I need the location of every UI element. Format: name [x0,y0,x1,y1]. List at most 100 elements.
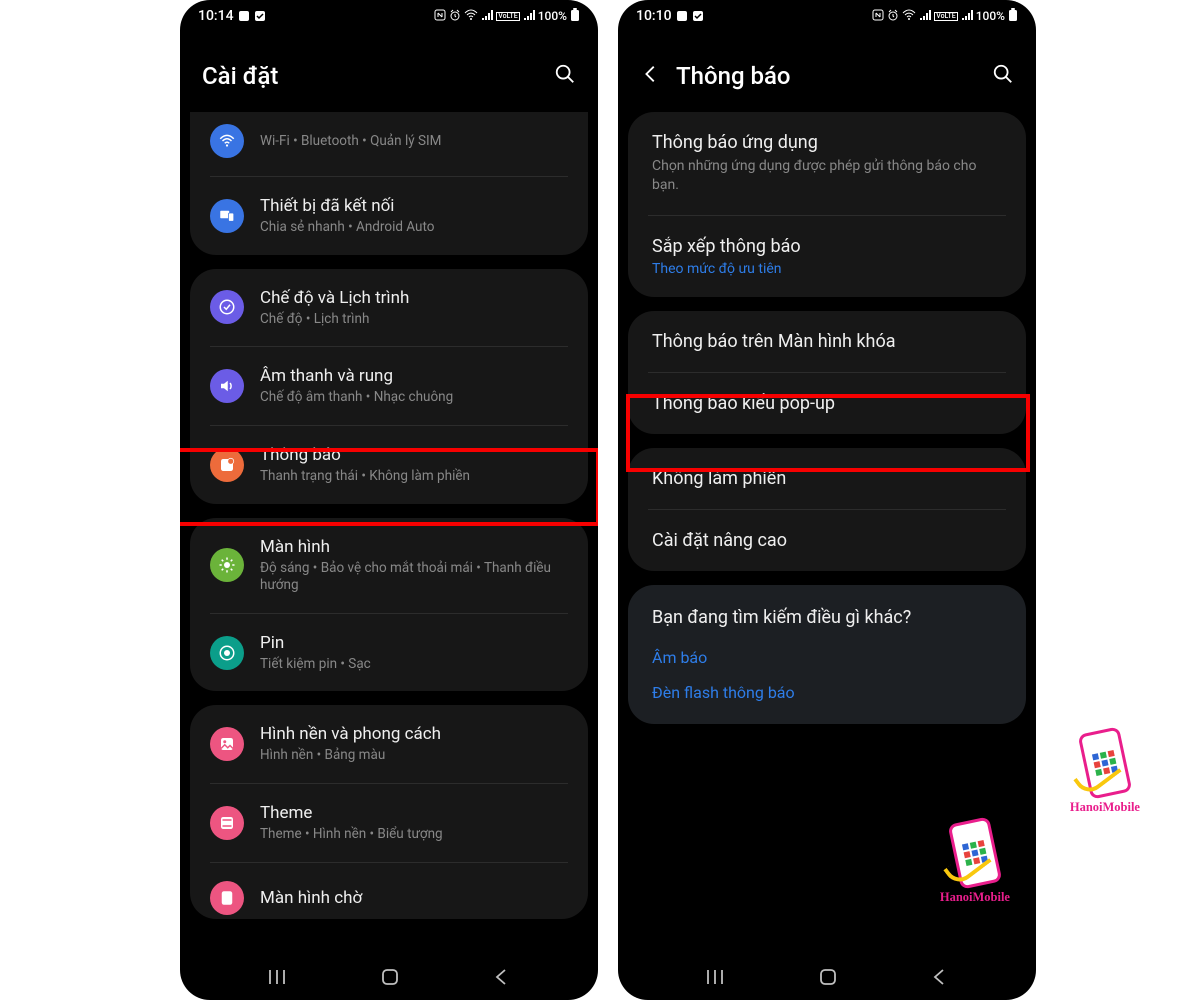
row-title: Thông báo kiểu pop-up [652,393,1002,414]
settings-row-connected-devices[interactable]: Thiết bị đã kết nối Chia sẻ nhanh • Andro… [210,176,568,255]
back-button[interactable] [930,967,950,991]
battery-text: 100% [976,9,1005,23]
app-bar: Cài đặt [180,32,598,112]
alarm-icon [887,9,899,24]
volte-icon: VoLTE [934,12,957,21]
row-link: Theo mức độ ưu tiên [652,261,1002,277]
card-connections: Wi-Fi • Bluetooth • Quản lý SIM Thiết bị… [190,112,588,255]
row-title: Thông báo trên Màn hình khóa [652,331,1002,352]
row-do-not-disturb[interactable]: Không làm phiền [648,448,1006,509]
battery-icon [570,8,580,25]
back-icon[interactable] [640,63,662,89]
row-title: Thông báo [260,444,568,466]
notif-dot-icon [238,10,250,22]
row-lock-screen-notif[interactable]: Thông báo trên Màn hình khóa [648,311,1006,372]
clock-text: 10:14 [198,8,234,24]
settings-row-modes[interactable]: Chế độ và Lịch trình Chế độ • Lịch trình [210,269,568,347]
watermark-logo-canvas: HanoiMobile [1070,730,1140,815]
back-button[interactable] [492,967,512,991]
wifi-icon [210,124,244,158]
row-title: Hình nền và phong cách [260,723,568,745]
nfc-icon [872,9,884,24]
recents-button[interactable] [266,966,288,992]
row-title: Thiết bị đã kết nối [260,195,568,217]
navigation-bar [618,958,1036,1000]
check-circle-icon [210,290,244,324]
settings-row-connections[interactable]: Wi-Fi • Bluetooth • Quản lý SIM [210,124,568,176]
card-app-notif: Thông báo ứng dụng Chọn những ứng dụng đ… [628,112,1026,297]
row-sub: Chế độ • Lịch trình [260,311,568,329]
row-title: Cài đặt nâng cao [652,530,1002,551]
settings-row-display[interactable]: Màn hìnhĐộ sáng • Bảo vệ cho mắt thoải m… [210,518,568,613]
search-link-sound[interactable]: Âm báo [652,648,1002,667]
alarm-icon [449,9,461,24]
card-search-suggestions: Bạn đang tìm kiếm điều gì khác? Âm báo Đ… [628,585,1026,724]
standby-icon [210,881,244,915]
search-heading: Bạn đang tìm kiếm điều gì khác? [652,607,1002,628]
row-app-notifications[interactable]: Thông báo ứng dụng Chọn những ứng dụng đ… [648,112,1006,215]
row-sub: Tiết kiệm pin • Sạc [260,656,568,674]
home-button[interactable] [380,967,400,991]
app-bar: Thông báo [618,32,1036,112]
wifi-icon [464,9,478,24]
row-sub: Chọn những ứng dụng được phép gửi thông … [652,157,1002,195]
settings-row-wallpaper[interactable]: Hình nền và phong cách Hình nền • Bảng mà… [210,705,568,783]
battery-circle-icon [210,636,244,670]
row-sub: Thanh trạng thái • Không làm phiền [260,468,568,486]
recents-button[interactable] [704,966,726,992]
check-icon [692,10,704,22]
settings-row-notifications[interactable]: Thông báo Thanh trạng thái • Không làm ph… [210,425,568,504]
wifi-icon [902,9,916,24]
row-popup-notif[interactable]: Thông báo kiểu pop-up [648,372,1006,434]
signal2-icon [961,9,973,24]
clock-text: 10:10 [636,8,672,24]
phone-settings: 10:14 VoLTE 100% Cài đặt Wi-Fi • Bluetoo… [180,0,598,1000]
row-title: Màn hình [260,536,568,558]
settings-row-theme[interactable]: Theme Theme • Hình nền • Biểu tượng [210,783,568,862]
battery-icon [1008,8,1018,25]
row-advanced-settings[interactable]: Cài đặt nâng cao [648,509,1006,571]
row-sub: Wi-Fi • Bluetooth • Quản lý SIM [260,133,568,151]
row-title: Không làm phiền [652,468,1002,489]
battery-text: 100% [538,9,567,23]
card-lock-popup: Thông báo trên Màn hình khóa Thông báo k… [628,311,1026,434]
nfc-icon [434,9,446,24]
search-icon[interactable] [554,63,576,89]
phone-notifications: 10:10 VoLTE 100% Thông báo Thông báo ứng… [618,0,1036,1000]
wallpaper-icon [210,727,244,761]
card-wallpaper: Hình nền và phong cách Hình nền • Bảng mà… [190,705,588,918]
row-sub: Chế độ âm thanh • Nhạc chuông [260,389,568,407]
row-sub: Hình nền • Bảng màu [260,747,568,765]
settings-row-battery[interactable]: Pin Tiết kiệm pin • Sạc [210,613,568,692]
signal-icon [919,9,931,24]
volte-icon: VoLTE [496,12,519,21]
row-sort-notifications[interactable]: Sắp xếp thông báo Theo mức độ ưu tiên [648,215,1006,297]
navigation-bar [180,958,598,1000]
display-icon [210,548,244,582]
logo-label: HanoiMobile [1070,800,1140,815]
notif-dot-icon [676,10,688,22]
card-dnd-adv: Không làm phiền Cài đặt nâng cao [628,448,1026,571]
logo-label: HanoiMobile [940,890,1010,905]
row-title: Pin [260,632,568,654]
status-bar: 10:14 VoLTE 100% [180,0,598,32]
row-title: Sắp xếp thông báo [652,236,1002,257]
check-icon [254,10,266,22]
card-modes: Chế độ và Lịch trìnhChế độ • Lịch trình … [190,269,588,504]
settings-row-sound[interactable]: Âm thanh và rung Chế độ âm thanh • Nhạc c… [210,346,568,425]
signal-icon [481,9,493,24]
theme-icon [210,806,244,840]
home-button[interactable] [818,967,838,991]
row-title: Âm thanh và rung [260,365,568,387]
settings-list[interactable]: Wi-Fi • Bluetooth • Quản lý SIM Thiết bị… [180,112,598,958]
sound-icon [210,369,244,403]
row-sub: Chia sẻ nhanh • Android Auto [260,219,568,237]
card-display: Màn hìnhĐộ sáng • Bảo vệ cho mắt thoải m… [190,518,588,692]
search-icon[interactable] [992,63,1014,89]
row-title: Theme [260,802,568,824]
search-link-flash[interactable]: Đèn flash thông báo [652,683,1002,702]
row-title: Chế độ và Lịch trình [260,287,568,309]
row-sub: Theme • Hình nền • Biểu tượng [260,826,568,844]
watermark-logo: HanoiMobile [940,820,1010,905]
settings-row-standby[interactable]: Màn hình chờ [210,862,568,919]
